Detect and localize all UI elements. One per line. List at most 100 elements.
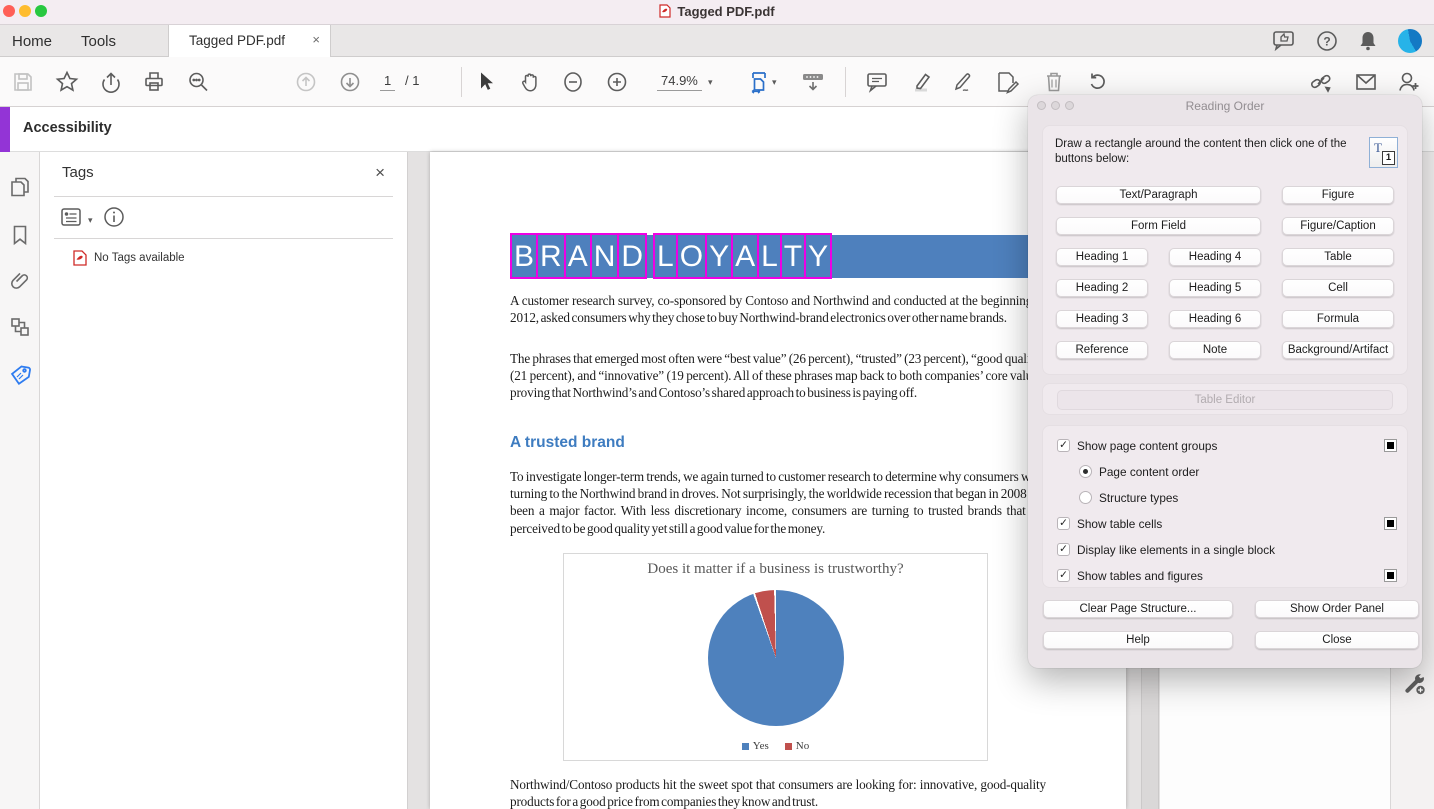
no-tags-label[interactable]: No Tags available <box>94 252 185 264</box>
heading-letter-box: R <box>536 233 566 279</box>
type-buttons-group: Draw a rectangle around the content then… <box>1042 125 1408 375</box>
sign-icon[interactable] <box>951 69 977 95</box>
figure-button[interactable]: Figure <box>1282 186 1394 204</box>
note-button[interactable]: Note <box>1169 341 1261 359</box>
form-field-button[interactable]: Form Field <box>1056 217 1261 235</box>
radio-button[interactable] <box>1079 465 1092 478</box>
next-page-icon[interactable] <box>337 69 363 95</box>
help-icon[interactable]: ? <box>1315 29 1339 53</box>
tags-panel-close-icon[interactable]: × <box>375 163 385 183</box>
previous-page-icon[interactable] <box>293 69 319 95</box>
zoom-level-input[interactable]: 74.9% <box>657 73 702 91</box>
pdf-file-icon <box>659 4 671 18</box>
page-number-input[interactable]: 1 <box>380 73 395 91</box>
add-user-icon[interactable] <box>1396 69 1422 95</box>
option-label: Show page content groups <box>1077 439 1217 453</box>
heading-letter-box: O <box>676 233 707 279</box>
page-content-order-option[interactable]: Page content order <box>1057 464 1397 479</box>
paragraph: A customer research survey, co-sponsored… <box>510 292 1046 345</box>
zoom-out-icon[interactable] <box>560 69 586 95</box>
notifications-bell-icon[interactable] <box>1356 29 1380 53</box>
table-button[interactable]: Table <box>1282 248 1394 266</box>
zoom-in-icon[interactable] <box>604 69 630 95</box>
svg-text:?: ? <box>1323 35 1330 49</box>
color-swatch[interactable] <box>1384 439 1397 452</box>
rotate-icon[interactable] <box>1084 69 1110 95</box>
pie-chart-figure: Does it matter if a business is trustwor… <box>563 553 988 761</box>
background-artifact-button[interactable]: Background/Artifact <box>1282 341 1394 359</box>
user-avatar[interactable] <box>1398 29 1422 53</box>
show-tables-and-figures-option[interactable]: ✓Show tables and figures <box>1057 568 1397 583</box>
highlighter-icon[interactable] <box>908 69 934 95</box>
save-icon[interactable] <box>10 69 36 95</box>
formula-button[interactable]: Formula <box>1282 310 1394 328</box>
attachments-icon[interactable] <box>8 269 32 293</box>
fit-width-caret-icon[interactable]: ▾ <box>772 77 777 88</box>
tab-home[interactable]: Home <box>12 33 52 50</box>
close-button[interactable]: Close <box>1255 631 1419 649</box>
link-icon[interactable] <box>1308 69 1334 95</box>
edit-page-icon[interactable] <box>995 69 1021 95</box>
bookmarks-icon[interactable] <box>8 223 32 247</box>
figure-caption-button[interactable]: Figure/Caption <box>1282 217 1394 235</box>
reference-button[interactable]: Reference <box>1056 341 1148 359</box>
tags-panel-icon[interactable] <box>8 362 32 386</box>
heading-word: BRAND <box>510 233 645 279</box>
customize-tools-icon[interactable] <box>1401 670 1427 696</box>
checkbox[interactable]: ✓ <box>1057 569 1070 582</box>
show-table-cells-option[interactable]: ✓Show table cells <box>1057 516 1397 531</box>
checkbox[interactable]: ✓ <box>1057 517 1070 530</box>
heading-5-button[interactable]: Heading 5 <box>1169 279 1261 297</box>
search-icon[interactable] <box>185 69 211 95</box>
comment-icon[interactable] <box>864 69 890 95</box>
color-swatch[interactable] <box>1384 569 1397 582</box>
table-editor-button[interactable]: Table Editor <box>1057 390 1393 410</box>
pdf-page[interactable]: BRANDLOYALTY A customer research survey,… <box>430 152 1126 809</box>
show-page-content-groups-option[interactable]: ✓ Show page content groups <box>1057 438 1397 453</box>
show-order-panel-button[interactable]: Show Order Panel <box>1255 600 1419 618</box>
print-icon[interactable] <box>141 69 167 95</box>
share-upload-icon[interactable] <box>98 69 124 95</box>
email-icon[interactable] <box>1353 69 1379 95</box>
tab-close-icon[interactable]: × <box>312 32 320 47</box>
structure-types-option[interactable]: Structure types <box>1057 490 1397 505</box>
heading-word: LOYALTY <box>653 233 830 279</box>
zoom-caret-icon[interactable]: ▾ <box>708 77 713 88</box>
heading-4-button[interactable]: Heading 4 <box>1169 248 1261 266</box>
tags-options-caret-icon[interactable]: ▾ <box>88 215 93 226</box>
clear-page-structure-button[interactable]: Clear Page Structure... <box>1043 600 1233 618</box>
legend-label: Yes <box>753 740 769 752</box>
heading-2-button[interactable]: Heading 2 <box>1056 279 1148 297</box>
heading-letter-box: Y <box>705 233 733 279</box>
page-thumbnails-icon[interactable] <box>8 175 32 199</box>
dialog-title-bar[interactable]: Reading Order <box>1028 95 1422 116</box>
heading-3-button[interactable]: Heading 3 <box>1056 310 1148 328</box>
checkbox[interactable]: ✓ <box>1057 439 1070 452</box>
text-paragraph-button[interactable]: Text/Paragraph <box>1056 186 1261 204</box>
tab-document[interactable]: Tagged PDF.pdf × <box>168 25 331 57</box>
tags-options-icon[interactable] <box>60 207 86 229</box>
color-swatch[interactable] <box>1384 517 1397 530</box>
delete-pages-icon[interactable] <box>1041 69 1067 95</box>
checkbox[interactable]: ✓ <box>1057 543 1070 556</box>
star-icon[interactable] <box>54 69 80 95</box>
heading-letter-box: L <box>757 233 782 279</box>
select-tool-icon[interactable] <box>472 69 498 95</box>
dialog-instruction: Draw a rectangle around the content then… <box>1055 137 1365 167</box>
feedback-icon[interactable] <box>1272 29 1298 53</box>
heading-letter-box: T <box>780 233 806 279</box>
heading-1-button[interactable]: Heading 1 <box>1056 248 1148 266</box>
heading-6-button[interactable]: Heading 6 <box>1169 310 1261 328</box>
help-button[interactable]: Help <box>1043 631 1233 649</box>
display-like-elements-in-a-single-block-option[interactable]: ✓Display like elements in a single block <box>1057 542 1397 557</box>
hand-tool-icon[interactable] <box>517 69 543 95</box>
content-panel-icon[interactable] <box>8 315 32 339</box>
structure-t-glyph: T <box>1374 140 1382 156</box>
fit-width-icon[interactable] <box>746 69 772 95</box>
radio-button[interactable] <box>1079 491 1092 504</box>
tags-info-icon[interactable] <box>102 205 126 229</box>
heading-letters: BRANDLOYALTY <box>510 233 830 279</box>
tab-tools[interactable]: Tools <box>81 33 116 50</box>
scrolling-mode-icon[interactable] <box>800 69 826 95</box>
cell-button[interactable]: Cell <box>1282 279 1394 297</box>
